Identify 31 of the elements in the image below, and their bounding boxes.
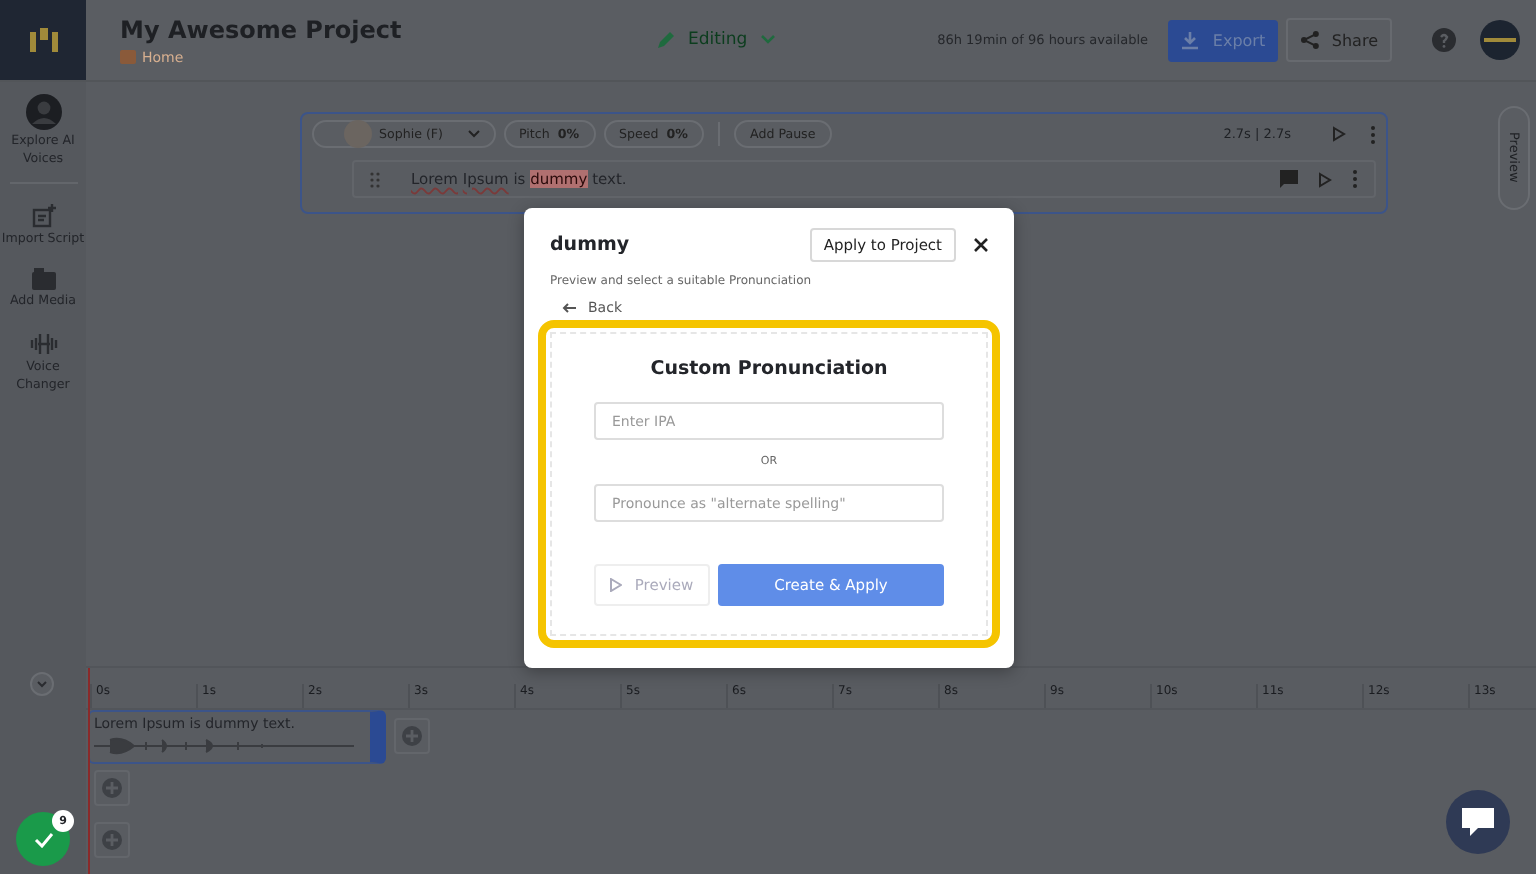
play-icon[interactable] [1317, 171, 1331, 187]
more-icon[interactable] [1351, 170, 1357, 188]
add-document-icon [31, 203, 55, 228]
caret-icon [759, 34, 776, 46]
logo-icon[interactable] [0, 0, 86, 80]
avatar-icon [25, 94, 61, 130]
share-icon [1300, 30, 1320, 50]
chat-icon [1462, 808, 1494, 836]
dialog-title: dummy [550, 234, 632, 256]
add-icon[interactable] [94, 822, 130, 858]
add-icon[interactable] [394, 718, 430, 754]
add-icon[interactable] [94, 770, 130, 806]
comment-icon[interactable] [1279, 170, 1297, 188]
mode-dropdown[interactable]: Editing [644, 28, 788, 52]
more-icon[interactable] [1369, 125, 1375, 143]
download-icon [1180, 30, 1201, 50]
close-icon[interactable] [974, 238, 988, 252]
waveform-icon [29, 332, 57, 357]
pencil-icon [656, 30, 676, 50]
project-title: My Awesome Project [120, 15, 404, 43]
play-icon [610, 578, 623, 592]
export-button[interactable]: Export [1168, 19, 1278, 61]
arrow-left-icon [562, 302, 576, 314]
section-heading: Custom Pronunciation [650, 358, 888, 380]
share-button[interactable]: Share [1286, 18, 1392, 62]
drag-handle-icon[interactable] [369, 171, 379, 187]
checkmark-icon [33, 831, 53, 847]
help-icon[interactable] [1432, 28, 1456, 52]
caret-icon [467, 130, 479, 138]
play-icon[interactable] [1331, 126, 1345, 142]
user-avatar-icon[interactable] [1480, 20, 1520, 60]
